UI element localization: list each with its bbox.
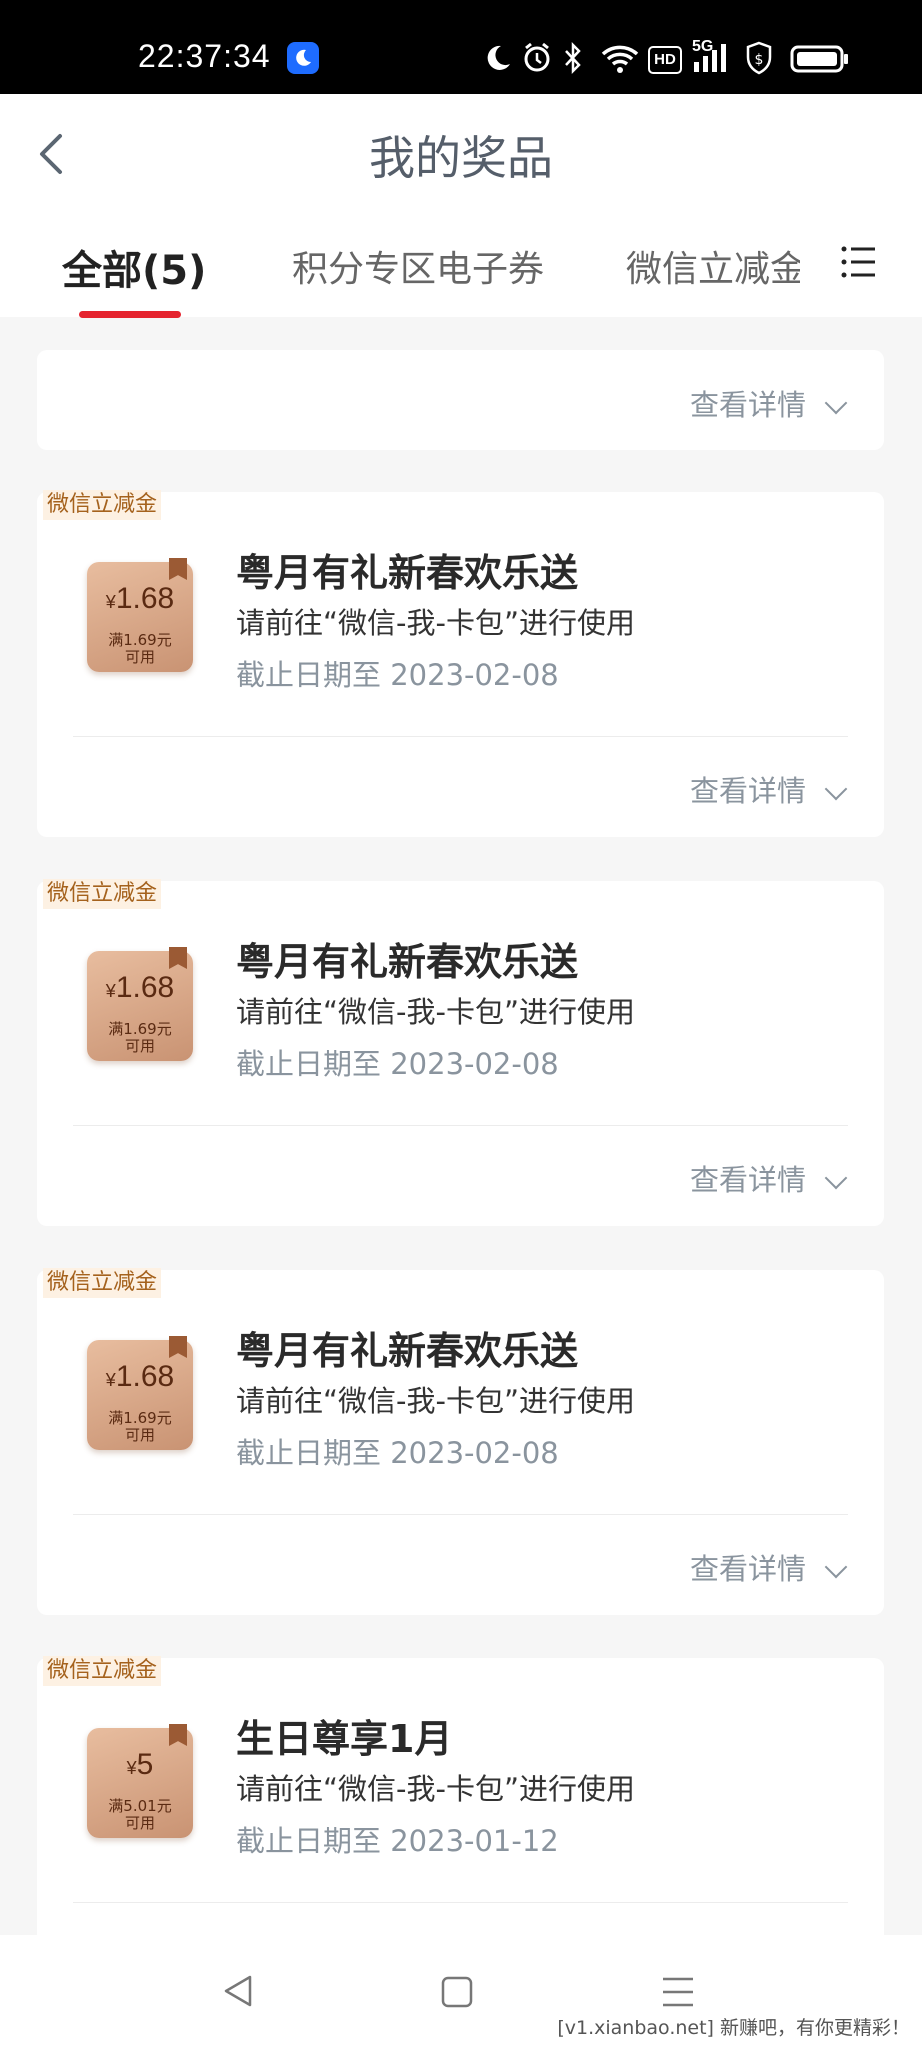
moon-icon	[487, 45, 510, 70]
prize-card[interactable]: 微信立减金 ¥5 满5.01元 可用 生日尊享1月 请前往“微信-我-卡包”进行使…	[37, 1656, 884, 1958]
prize-card[interactable]: 微信立减金 ¥1.68 满1.69元 可用 粤月有礼新春欢乐送 请前往“微信-我-…	[37, 879, 884, 1226]
prize-type-tag: 微信立减金	[43, 879, 162, 909]
svg-text:$: $	[755, 52, 764, 68]
status-bar: 22:37:34 HD 5G $	[0, 0, 922, 94]
prize-description: 请前往“微信-我-卡包”进行使用	[236, 1384, 635, 1418]
prize-description: 请前往“微信-我-卡包”进行使用	[236, 1772, 635, 1806]
battery-icon	[790, 45, 848, 73]
prize-expiry: 截止日期至 2023-01-12	[236, 1824, 559, 1858]
status-time: 22:37:34	[138, 38, 271, 74]
coupon-thumbnail: ¥1.68 满1.69元 可用	[87, 1336, 193, 1450]
ribbon-icon	[169, 558, 187, 580]
prize-type-tag: 微信立减金	[43, 1268, 162, 1298]
coupon-thumbnail: ¥1.68 满1.69元 可用	[87, 947, 193, 1061]
prize-card[interactable]: 微信立减金 ¥1.68 满1.69元 可用 粤月有礼新春欢乐送 请前往“微信-我-…	[37, 490, 884, 837]
prize-name: 粤月有礼新春欢乐送	[236, 940, 579, 984]
tab-all[interactable]: 全部(5)	[62, 238, 206, 296]
coupon-condition: 满5.01元 可用	[108, 1797, 172, 1832]
shield-icon: $	[746, 41, 772, 75]
view-details-link[interactable]: 查看详情	[690, 382, 848, 424]
ribbon-icon	[169, 1724, 187, 1746]
nav-menu-icon[interactable]	[660, 1975, 696, 2009]
view-details-link[interactable]: 查看详情	[690, 768, 848, 810]
prize-expiry: 截止日期至 2023-02-08	[236, 1436, 559, 1470]
prize-type-tag: 微信立减金	[43, 490, 162, 520]
view-details-link[interactable]: 查看详情	[690, 1157, 848, 1199]
prize-card-partial: 查看详情	[37, 350, 884, 450]
coupon-thumbnail: ¥1.68 满1.69元 可用	[87, 558, 193, 672]
coupon-condition: 满1.69元 可用	[108, 1020, 172, 1055]
coupon-amount: ¥1.68	[105, 971, 175, 1004]
prize-name: 粤月有礼新春欢乐送	[236, 1329, 579, 1373]
prize-expiry: 截止日期至 2023-02-08	[236, 1047, 559, 1081]
chevron-down-icon	[824, 1555, 848, 1579]
dnd-app-icon	[287, 42, 319, 74]
prize-name: 生日尊享1月	[236, 1717, 453, 1761]
coupon-amount: ¥5	[126, 1748, 154, 1781]
signal-icon	[694, 44, 726, 72]
tab-wechat-discount[interactable]: 微信立减金(	[626, 240, 800, 292]
nav-back-icon[interactable]	[220, 1973, 256, 2009]
coupon-amount: ¥1.68	[105, 582, 175, 615]
tab-points-vouchers[interactable]: 积分专区电子券	[292, 240, 544, 292]
alarm-icon	[524, 42, 550, 72]
prize-description: 请前往“微信-我-卡包”进行使用	[236, 995, 635, 1029]
coupon-amount: ¥1.68	[105, 1360, 175, 1393]
card-divider	[73, 1902, 848, 1903]
bluetooth-icon	[565, 41, 581, 75]
chevron-down-icon	[824, 1166, 848, 1190]
ribbon-icon	[169, 1336, 187, 1358]
tab-menu-icon[interactable]	[840, 244, 876, 280]
wifi-icon	[601, 45, 639, 73]
watermark-footer: [v1.xianbao.net] 新赚吧，有你更精彩！	[557, 2013, 910, 2040]
card-divider	[73, 736, 848, 737]
coupon-condition: 满1.69元 可用	[108, 631, 172, 666]
prize-name: 粤月有礼新春欢乐送	[236, 551, 579, 595]
hd-badge: HD	[648, 46, 682, 74]
coupon-condition: 满1.69元 可用	[108, 1409, 172, 1444]
coupon-thumbnail: ¥5 满5.01元 可用	[87, 1724, 193, 1838]
card-divider	[73, 1514, 848, 1515]
card-divider	[73, 1125, 848, 1126]
view-details-link[interactable]: 查看详情	[690, 1546, 848, 1588]
prize-description: 请前往“微信-我-卡包”进行使用	[236, 606, 635, 640]
active-tab-indicator	[79, 311, 181, 318]
prize-type-tag: 微信立减金	[43, 1656, 162, 1686]
prize-expiry: 截止日期至 2023-02-08	[236, 658, 559, 692]
page-title: 我的奖品	[369, 131, 553, 185]
chevron-down-icon	[824, 777, 848, 801]
prize-card[interactable]: 微信立减金 ¥1.68 满1.69元 可用 粤月有礼新春欢乐送 请前往“微信-我-…	[37, 1268, 884, 1615]
chevron-down-icon	[824, 391, 848, 415]
ribbon-icon	[169, 947, 187, 969]
nav-home-icon[interactable]	[440, 1975, 474, 2009]
